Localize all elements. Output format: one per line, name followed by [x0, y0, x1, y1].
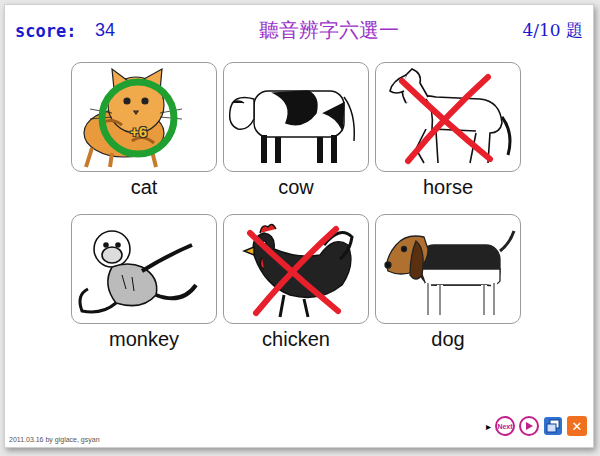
expand-button[interactable]: ▸ — [486, 421, 491, 432]
answer-label: cat — [131, 172, 158, 206]
picture-box[interactable]: +6 — [71, 62, 217, 172]
picture-box[interactable] — [223, 214, 369, 324]
answer-label: cow — [278, 172, 314, 206]
play-icon — [524, 417, 534, 435]
next-button[interactable]: Next — [495, 416, 515, 436]
restore-button[interactable] — [543, 416, 563, 436]
answer-card[interactable]: +6 cat — [71, 62, 217, 206]
points-badge: +6 — [130, 123, 147, 140]
answer-label: chicken — [262, 324, 330, 358]
score-label: score: — [15, 21, 95, 41]
picture-box[interactable] — [375, 62, 521, 172]
answer-card[interactable]: horse — [375, 62, 521, 206]
question-progress: 4/10 題 — [522, 19, 583, 42]
toolbar: ▸ Next ✕ — [486, 416, 587, 444]
answer-card[interactable]: chicken — [223, 214, 369, 358]
answer-label: horse — [423, 172, 473, 206]
game-title: 聽音辨字六選一 — [195, 17, 522, 44]
answer-card[interactable]: dog — [375, 214, 521, 358]
game-window: score:34聽音辨字六選一4/10 題 +6 cat cow horse monkey… — [4, 4, 594, 448]
bottom-bar: 2011.03.16 by giglace, gsyan ▸ Next ✕ — [5, 416, 593, 447]
play-button[interactable] — [519, 416, 539, 436]
answer-label: dog — [431, 324, 464, 358]
answer-card[interactable]: cow — [223, 62, 369, 206]
close-button[interactable]: ✕ — [567, 416, 587, 436]
picture-box[interactable] — [71, 214, 217, 324]
answer-grid: +6 cat cow horse monkey chicken dog — [5, 44, 593, 358]
header: score:34聽音辨字六選一4/10 題 — [5, 5, 593, 44]
restore-icon — [543, 422, 563, 439]
picture-box[interactable] — [223, 62, 369, 172]
answer-label: monkey — [109, 324, 179, 358]
next-label: Next — [497, 423, 512, 430]
picture-box[interactable] — [375, 214, 521, 324]
answer-card[interactable]: monkey — [71, 214, 217, 358]
credit-text: 2011.03.16 by giglace, gsyan — [9, 436, 100, 444]
score-value: 34 — [95, 20, 195, 41]
